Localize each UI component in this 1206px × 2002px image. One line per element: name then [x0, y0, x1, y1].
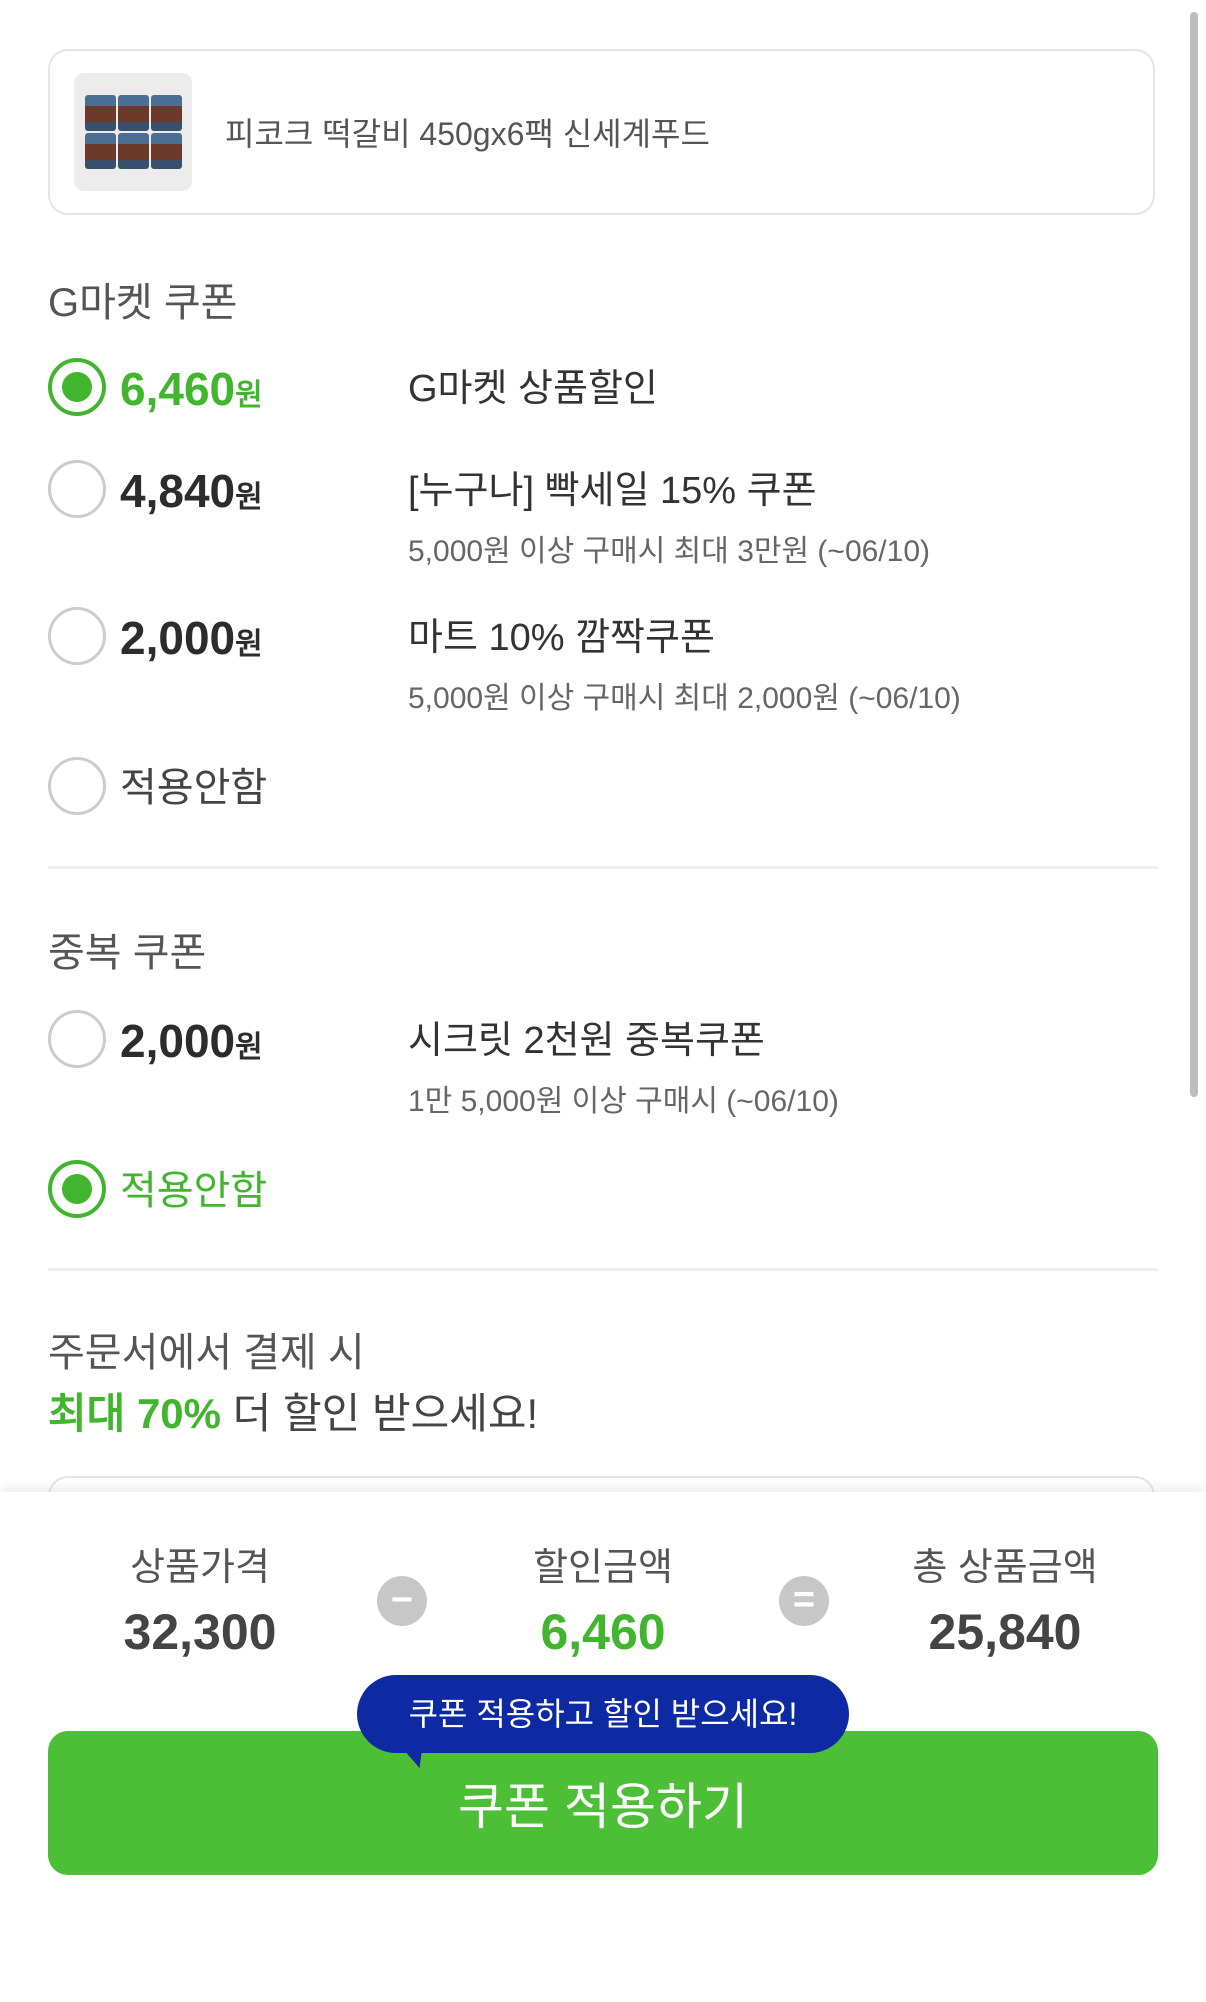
- total-value: 25,840: [928, 1604, 1082, 1660]
- duplicate-coupon-title: 중복 쿠폰: [48, 931, 207, 975]
- discount-label: 할인금액: [533, 1547, 673, 1589]
- coupon-option-none[interactable]: 적용안함: [48, 757, 1108, 819]
- coupon-option-gmarket-discount[interactable]: 6,460원 G마켓 상품할인: [48, 358, 1108, 420]
- coupon-option-mart[interactable]: 2,000원 마트 10% 깜짝쿠폰 5,000원 이상 구매시 최대 2,00…: [48, 607, 1108, 715]
- coupon-name: G마켓 상품할인: [408, 368, 658, 410]
- product-name: 피코크 떡갈비 450gx6팩 신세계푸드: [225, 116, 710, 152]
- coupon-name: 마트 10% 깜짝쿠폰: [408, 617, 715, 659]
- coupon-name: [누구나] 빡세일 15% 쿠폰: [408, 470, 817, 512]
- radio-button-selected[interactable]: [48, 358, 106, 416]
- coupon-amount: 2,000원: [120, 1015, 263, 1067]
- coupon-amount: 4,840원: [120, 465, 263, 517]
- product-thumbnail: [74, 73, 192, 191]
- promo-text: 주문서에서 결제 시: [48, 1331, 365, 1375]
- total-summary-item: 총 상품금액 25,840: [855, 1536, 1155, 1661]
- price-label: 상품가격: [130, 1547, 270, 1589]
- gmarket-coupon-title: G마켓 쿠폰: [48, 281, 238, 325]
- radio-button[interactable]: [48, 1010, 106, 1068]
- radio-button[interactable]: [48, 607, 106, 665]
- equals-icon: =: [779, 1576, 829, 1626]
- total-label: 총 상품금액: [912, 1547, 1098, 1589]
- coupon-amount: 2,000원: [120, 612, 263, 664]
- coupon-condition: 5,000원 이상 구매시 최대 2,000원 (~06/10): [408, 682, 961, 715]
- discount-summary-item: 할인금액 6,460: [453, 1536, 753, 1661]
- no-coupon-label: 적용안함: [120, 1169, 268, 1213]
- promo-highlight-line: 최대 70% 더 할인 받으세요!: [48, 1380, 538, 1441]
- promo-highlight: 최대 70%: [48, 1390, 222, 1437]
- scrollbar[interactable]: [1190, 12, 1198, 1097]
- price-value: 32,300: [123, 1604, 277, 1660]
- promo-text-rest: 더 할인 받으세요!: [221, 1390, 539, 1437]
- coupon-option-secret[interactable]: 2,000원 시크릿 2천원 중복쿠폰 1만 5,000원 이상 구매시 (~0…: [48, 1010, 1108, 1118]
- price-summary-item: 상품가격 32,300: [50, 1536, 350, 1661]
- duplicate-option-none[interactable]: 적용안함: [48, 1160, 1108, 1222]
- price-summary-sheet: 상품가격 32,300 − 할인금액 6,460 = 총 상품금액 25,840…: [0, 1492, 1206, 2002]
- coupon-condition: 5,000원 이상 구매시 최대 3만원 (~06/10): [408, 535, 931, 568]
- radio-button-selected[interactable]: [48, 1160, 106, 1218]
- coupon-condition: 1만 5,000원 이상 구매시 (~06/10): [408, 1085, 839, 1118]
- discount-value: 6,460: [540, 1604, 666, 1660]
- section-divider: [48, 1268, 1158, 1271]
- radio-button[interactable]: [48, 460, 106, 518]
- apply-tooltip: 쿠폰 적용하고 할인 받으세요!: [357, 1675, 849, 1753]
- minus-icon: −: [377, 1576, 427, 1626]
- product-card: 피코크 떡갈비 450gx6팩 신세계푸드: [48, 49, 1155, 215]
- radio-button[interactable]: [48, 757, 106, 815]
- coupon-amount: 6,460원: [120, 363, 263, 415]
- coupon-name: 시크릿 2천원 중복쿠폰: [408, 1020, 765, 1062]
- section-divider: [48, 866, 1158, 869]
- coupon-option-flash-sale[interactable]: 4,840원 [누구나] 빡세일 15% 쿠폰 5,000원 이상 구매시 최대…: [48, 460, 1108, 568]
- no-coupon-label: 적용안함: [120, 766, 268, 810]
